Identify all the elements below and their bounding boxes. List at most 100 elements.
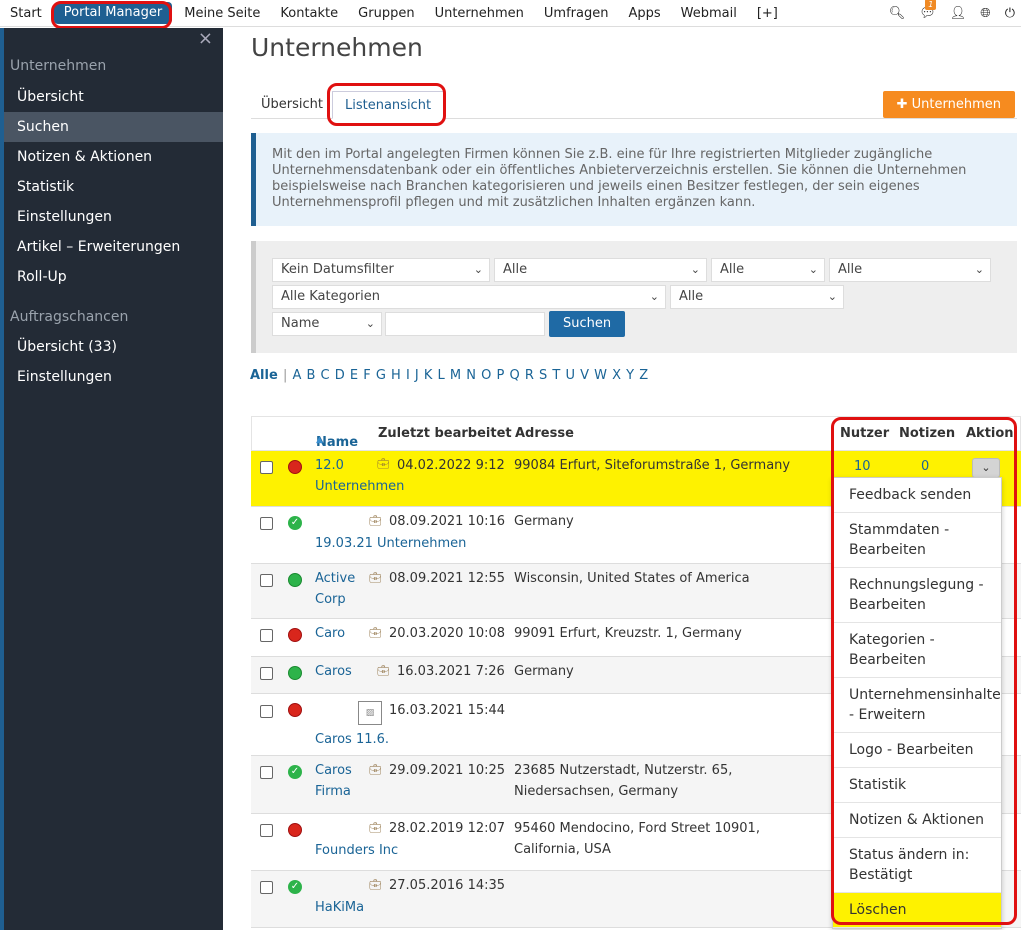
chevron-down-icon: ⌄ <box>690 263 700 276</box>
tab-uebersicht[interactable]: Übersicht <box>261 91 323 119</box>
nav-unternehmen[interactable]: Unternehmen <box>425 0 534 27</box>
company-name-link[interactable]: 12.0 <box>315 456 344 476</box>
sort-asc-icon: ▲ <box>316 435 323 445</box>
sidebar-item-rollup[interactable]: Roll-Up <box>4 262 223 292</box>
status-check-icon: ✓ <box>288 516 302 530</box>
category-select[interactable]: Alle Kategorien ⌄ <box>272 285 666 309</box>
sidebar-section-unternehmen: Unternehmen <box>10 58 107 74</box>
company-name-link[interactable]: Caros <box>315 662 352 682</box>
notes-count-link[interactable]: 0 <box>921 457 929 477</box>
nav-meine-seite[interactable]: Meine Seite <box>174 0 270 27</box>
filter-select-4[interactable]: Alle ⌄ <box>670 285 844 309</box>
company-name-link[interactable]: Active <box>315 569 355 589</box>
menu-status[interactable]: Status ändern in: Bestätigt <box>833 838 1001 893</box>
action-dropdown-toggle[interactable]: ⌄ <box>972 458 1000 478</box>
chevron-down-icon: ⌄ <box>808 263 818 276</box>
row-checkbox[interactable] <box>260 517 273 530</box>
row-checkbox[interactable] <box>260 629 273 642</box>
tab-listenansicht[interactable]: Listenansicht <box>332 91 445 119</box>
company-name-link-line2[interactable]: Unternehmen <box>315 477 404 497</box>
nav-webmail[interactable]: Webmail <box>671 0 747 27</box>
company-name-link-line2[interactable]: Founders Inc <box>315 841 398 861</box>
info-box: Mit den im Portal angelegten Firmen könn… <box>251 133 1017 226</box>
menu-notizen[interactable]: Notizen & Aktionen <box>833 803 1001 838</box>
menu-loeschen[interactable]: Löschen <box>833 893 1001 928</box>
company-name-link-line2[interactable]: Corp <box>315 590 346 610</box>
add-company-label: Unternehmen <box>911 97 1001 112</box>
edited-date: 16.03.2021 7:26 <box>397 664 505 679</box>
status-check-icon: ✓ <box>288 880 302 894</box>
search-input[interactable] <box>385 312 545 336</box>
nav-gruppen[interactable]: Gruppen <box>348 0 424 27</box>
nav-portal-manager[interactable]: Portal Manager <box>53 2 173 24</box>
sidebar-item-artikel[interactable]: Artikel – Erweiterungen <box>4 232 223 262</box>
filter-select-3[interactable]: Alle ⌄ <box>829 258 991 282</box>
logo-placeholder-icon: ▨ <box>358 701 382 725</box>
filter-value-1: Alle <box>503 262 528 277</box>
nav-apps[interactable]: Apps <box>618 0 670 27</box>
alpha-all[interactable]: Alle <box>250 368 278 383</box>
filter-value-3: Alle <box>838 262 863 277</box>
search-field-select[interactable]: Name ⌄ <box>272 312 382 336</box>
menu-kategorien[interactable]: Kategorien - Bearbeiten <box>833 623 1001 678</box>
status-check-icon: ✓ <box>288 765 302 779</box>
menu-stammdaten[interactable]: Stammdaten - Bearbeiten <box>833 513 1001 568</box>
company-name-link-line2[interactable]: Caros 11.6. <box>315 730 389 750</box>
nav-add[interactable]: [+] <box>747 0 788 27</box>
plus-icon: ✚ <box>896 97 908 112</box>
search-icon[interactable]: 🔍︎ <box>889 6 906 21</box>
menu-logo[interactable]: Logo - Bearbeiten <box>833 733 1001 768</box>
menu-inhalte[interactable]: Unternehmensinhalte - Erweitern <box>833 678 1001 733</box>
company-name-link-line2[interactable]: Firma <box>315 782 351 802</box>
chat-icon[interactable]: 💬︎ 1 <box>919 0 937 21</box>
sidebar-item-suchen[interactable]: Suchen <box>4 112 223 142</box>
company-name-link-line2[interactable]: 19.03.21 Unternehmen <box>315 534 466 554</box>
menu-rechnungslegung[interactable]: Rechnungslegung - Bearbeiten <box>833 568 1001 623</box>
row-checkbox[interactable] <box>260 705 273 718</box>
nav-start[interactable]: Start <box>0 0 52 27</box>
filter-panel: Kein Datumsfilter ⌄ Alle ⌄ Alle ⌄ Alle ⌄ All… <box>251 241 1017 353</box>
row-checkbox[interactable] <box>260 461 273 474</box>
sidebar-item-statistik[interactable]: Statistik <box>4 172 223 202</box>
date-filter-select[interactable]: Kein Datumsfilter ⌄ <box>272 258 490 282</box>
chevron-down-icon: ⌄ <box>473 263 483 276</box>
row-checkbox[interactable] <box>260 824 273 837</box>
alpha-letters[interactable]: A B C D E F G H I J K L M N O P Q R S T … <box>292 368 648 383</box>
briefcase-icon: 💼︎ <box>369 516 382 527</box>
row-checkbox[interactable] <box>260 667 273 680</box>
company-name-link[interactable]: Caro <box>315 624 345 644</box>
power-icon[interactable]: ⏻ <box>1005 6 1015 21</box>
filter-select-1[interactable]: Alle ⌄ <box>494 258 707 282</box>
sidebar-item-uebersicht[interactable]: Übersicht <box>4 82 223 112</box>
sidebar-item-chancen-uebersicht[interactable]: Übersicht (33) <box>4 332 223 362</box>
users-count-link[interactable]: 10 <box>854 457 871 477</box>
nav-kontakte[interactable]: Kontakte <box>270 0 348 27</box>
menu-statistik[interactable]: Statistik <box>833 768 1001 803</box>
user-icon[interactable]: 👤︎ <box>950 6 967 21</box>
row-checkbox[interactable] <box>260 881 273 894</box>
add-company-button[interactable]: ✚ Unternehmen <box>882 91 1015 118</box>
status-green-icon <box>288 666 302 680</box>
alpha-separator: | <box>282 368 288 383</box>
sidebar-item-notizen[interactable]: Notizen & Aktionen <box>4 142 223 172</box>
menu-feedback[interactable]: Feedback senden <box>833 478 1001 513</box>
search-button[interactable]: Suchen <box>549 311 626 337</box>
close-icon[interactable]: × <box>198 28 213 49</box>
briefcase-icon: 💼︎ <box>369 628 382 639</box>
sidebar-item-einstellungen[interactable]: Einstellungen <box>4 202 223 232</box>
sidebar-section-auftragschancen: Auftragschancen <box>10 309 129 325</box>
filter-value-4: Alle <box>679 289 704 304</box>
filter-select-2[interactable]: Alle ⌄ <box>711 258 825 282</box>
header-notes[interactable]: Notizen <box>899 426 955 441</box>
header-users[interactable]: Nutzer <box>840 426 889 441</box>
header-address[interactable]: Adresse <box>515 426 574 441</box>
sidebar-item-chancen-einstellungen[interactable]: Einstellungen <box>4 362 223 392</box>
company-name-link-line2[interactable]: HaKiMa <box>315 898 364 918</box>
row-checkbox[interactable] <box>260 574 273 587</box>
globe-icon[interactable]: 🌐︎ <box>980 6 990 21</box>
row-checkbox[interactable] <box>260 766 273 779</box>
chevron-down-icon: ⌄ <box>365 317 375 330</box>
company-name-link[interactable]: Caros <box>315 761 352 781</box>
header-edited[interactable]: Zuletzt bearbeitet <box>378 426 512 441</box>
nav-umfragen[interactable]: Umfragen <box>534 0 619 27</box>
